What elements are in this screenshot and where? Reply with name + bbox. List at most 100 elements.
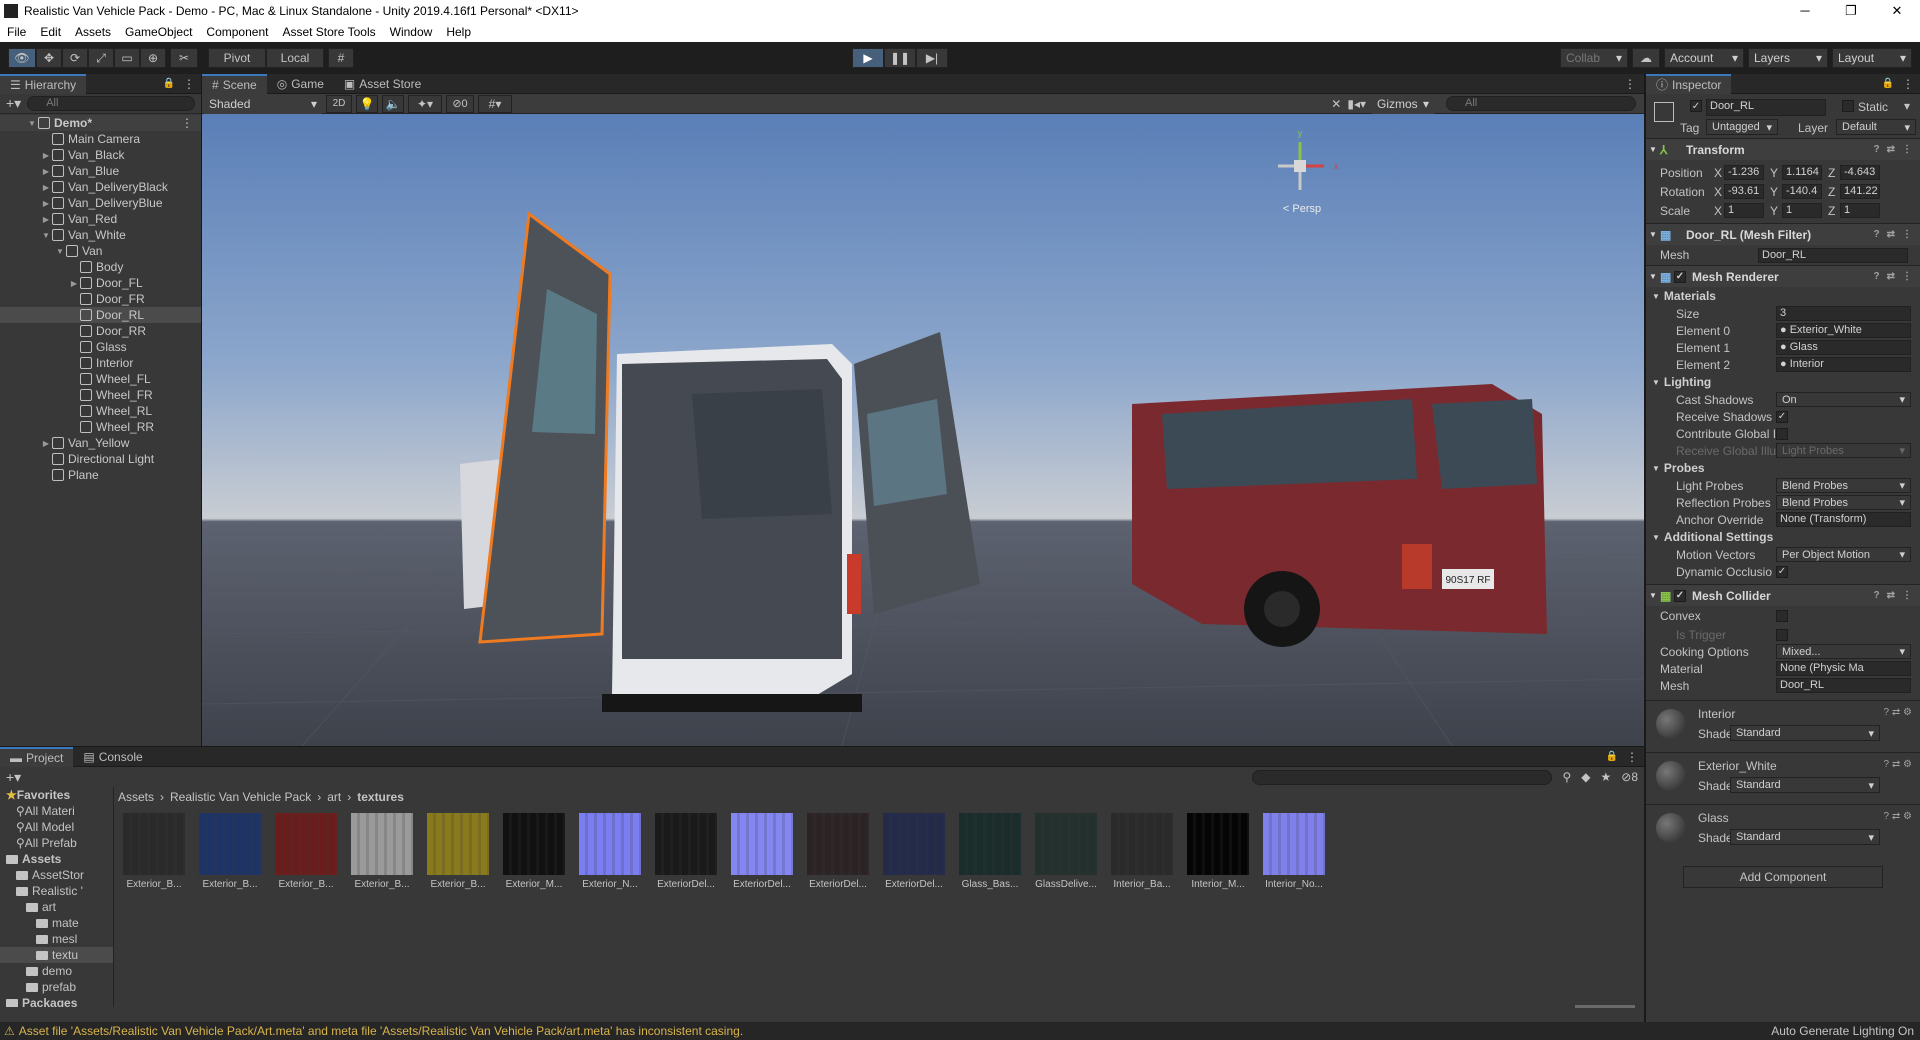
more-icon[interactable]: ⋮ [1902, 229, 1912, 240]
transform-header[interactable]: ▼ ⅄ Transform ? ⇄ ⋮ [1646, 138, 1920, 160]
filter-type-icon[interactable]: ⚲ [1562, 770, 1571, 784]
chevron-down-icon[interactable]: ▾ [1904, 99, 1910, 113]
close-icon[interactable]: ✕ [1874, 3, 1920, 19]
asset-thumbnail[interactable] [351, 813, 413, 875]
shader-dropdown[interactable]: Standard ▾ [1730, 777, 1880, 793]
project-folder-item[interactable]: Assets [0, 851, 113, 867]
cloud-icon[interactable]: ☁ [1632, 48, 1660, 68]
material-preview[interactable]: Glass Shader Standard ▾? ⇄ ⚙ [1646, 804, 1920, 856]
project-search-input[interactable] [1252, 769, 1553, 785]
minimize-icon[interactable]: ─ [1782, 3, 1828, 19]
asset-thumbnail[interactable] [275, 813, 337, 875]
material-preview[interactable]: Exterior_White Shader Standard ▾? ⇄ ⚙ [1646, 752, 1920, 804]
project-folder-item[interactable]: Packages [0, 995, 113, 1007]
motion-vectors-dropdown[interactable]: Per Object Motion ▾ [1776, 547, 1911, 562]
probes-foldout[interactable]: ▼ Probes [1646, 459, 1920, 477]
project-folder-item[interactable]: art [0, 899, 113, 915]
asset-thumbnail[interactable] [807, 813, 869, 875]
asset-thumbnail[interactable] [1187, 813, 1249, 875]
materials-foldout[interactable]: ▼ Materials [1646, 287, 1920, 305]
gizmos-dropdown[interactable]: Gizmos ▾ [1372, 93, 1434, 114]
camera-icon[interactable]: ▮◂▾ [1347, 97, 1366, 111]
lighting-foldout[interactable]: ▼ Lighting [1646, 373, 1920, 391]
scale-x-field[interactable]: 1 [1724, 203, 1764, 218]
breadcrumb-item[interactable]: art [327, 790, 341, 804]
contribute-gi-checkbox[interactable] [1776, 427, 1788, 440]
tab-hierarchy[interactable]: ☰ Hierarchy [0, 73, 87, 94]
hierarchy-item[interactable]: ▶ Van_DeliveryBlue [0, 195, 201, 211]
hierarchy-item[interactable]: Directional Light [0, 451, 201, 467]
layers-dropdown[interactable]: Layers ▾ [1748, 48, 1828, 68]
hierarchy-item[interactable]: Wheel_FL [0, 371, 201, 387]
add-component-button[interactable]: Add Component [1683, 866, 1883, 888]
scene-search-input[interactable]: All [1446, 96, 1636, 111]
more-icon[interactable]: ⋮ [1626, 750, 1638, 764]
expanded-arrow-icon[interactable]: ▼ [26, 119, 38, 128]
hierarchy-item[interactable]: Body [0, 259, 201, 275]
reflection-probes-dropdown[interactable]: Blend Probes ▾ [1776, 495, 1911, 510]
element-0-field[interactable]: ● Exterior_White [1776, 323, 1911, 338]
help-icon[interactable]: ? [1874, 229, 1880, 240]
hierarchy-item[interactable]: Door_RR [0, 323, 201, 339]
project-folder-item[interactable]: Realistic ' [0, 883, 113, 899]
project-folder-item[interactable]: textu [0, 947, 113, 963]
asset-thumbnail[interactable] [959, 813, 1021, 875]
position-x-field[interactable]: -1.236 [1724, 165, 1764, 180]
asset-thumbnail[interactable] [427, 813, 489, 875]
hierarchy-item[interactable]: ▶ Van_Black [0, 147, 201, 163]
hierarchy-item[interactable]: ▶ Van_Red [0, 211, 201, 227]
hierarchy-item[interactable]: Wheel_RR [0, 419, 201, 435]
project-folder-item[interactable]: ⚲ All Model [0, 819, 113, 835]
asset-thumbnail[interactable] [1035, 813, 1097, 875]
material-header-icons[interactable]: ? ⇄ ⚙ [1884, 759, 1912, 770]
element-2-field[interactable]: ● Interior [1776, 357, 1911, 372]
help-icon[interactable]: ? [1874, 144, 1880, 155]
tools-icon[interactable]: ✕ [1331, 97, 1341, 111]
asset-thumbnail[interactable] [731, 813, 793, 875]
favorite-star-icon[interactable]: ★ [1600, 770, 1611, 784]
tab-console[interactable]: ▤ Console [73, 747, 152, 767]
grid-snap-icon[interactable]: # [328, 48, 354, 68]
pivot-button[interactable]: Pivot [208, 48, 266, 68]
layout-dropdown[interactable]: Layout ▾ [1832, 48, 1912, 68]
rotation-y-field[interactable]: -140.4 [1782, 184, 1822, 199]
asset-thumbnail[interactable] [123, 813, 185, 875]
door-rl-selected[interactable] [478, 211, 612, 644]
pause-button[interactable]: ❚❚ [884, 48, 916, 68]
collapsed-arrow-icon[interactable]: ▶ [40, 215, 52, 224]
tab-scene[interactable]: # Scene [202, 73, 267, 94]
preset-icon[interactable]: ⇄ [1887, 229, 1895, 240]
menu-help[interactable]: Help [439, 25, 478, 39]
project-folder-item[interactable]: prefab [0, 979, 113, 995]
hierarchy-item[interactable]: Plane [0, 467, 201, 483]
more-icon[interactable]: ⋮ [183, 77, 195, 91]
position-y-field[interactable]: 1.1164 [1782, 165, 1822, 180]
more-icon[interactable]: ⋮ [1624, 77, 1636, 91]
thumbnail-size-slider[interactable] [1575, 1005, 1635, 1008]
help-icon[interactable]: ? [1874, 590, 1880, 601]
receive-gi-dropdown[interactable]: Light Probes ▾ [1776, 443, 1911, 458]
collapsed-arrow-icon[interactable]: ▶ [40, 151, 52, 160]
receive-shadows-checkbox[interactable]: ✓ [1776, 410, 1788, 423]
additional-settings-foldout[interactable]: ▼ Additional Settings [1646, 528, 1920, 546]
menu-gameobject[interactable]: GameObject [118, 25, 199, 39]
status-message[interactable]: Asset file 'Assets/Realistic Van Vehicle… [19, 1024, 743, 1038]
rotation-x-field[interactable]: -93.61 [1724, 184, 1764, 199]
lighting-icon[interactable]: 💡 [356, 94, 378, 113]
cooking-options-dropdown[interactable]: Mixed... ▾ [1776, 644, 1911, 659]
mesh-renderer-enabled-checkbox[interactable]: ✓ [1674, 270, 1686, 283]
rotation-z-field[interactable]: 141.22 [1840, 184, 1880, 199]
view-tool-icon[interactable]: 👁 [8, 48, 36, 68]
asset-thumbnail[interactable] [199, 813, 261, 875]
expanded-arrow-icon[interactable]: ▼ [54, 247, 66, 256]
mesh-field[interactable]: Door_RL [1758, 247, 1908, 263]
grid-icon[interactable]: #▾ [478, 94, 512, 113]
hierarchy-item[interactable]: Wheel_RL [0, 403, 201, 419]
draw-mode-dropdown[interactable]: Shaded ▾ [204, 93, 322, 114]
hierarchy-item[interactable]: Door_RL [0, 307, 201, 323]
local-button[interactable]: Local [266, 48, 324, 68]
hierarchy-item[interactable]: Main Camera [0, 131, 201, 147]
material-header-icons[interactable]: ? ⇄ ⚙ [1884, 811, 1912, 822]
breadcrumb-item[interactable]: textures [357, 790, 404, 804]
filter-label-icon[interactable]: ◆ [1581, 770, 1590, 784]
